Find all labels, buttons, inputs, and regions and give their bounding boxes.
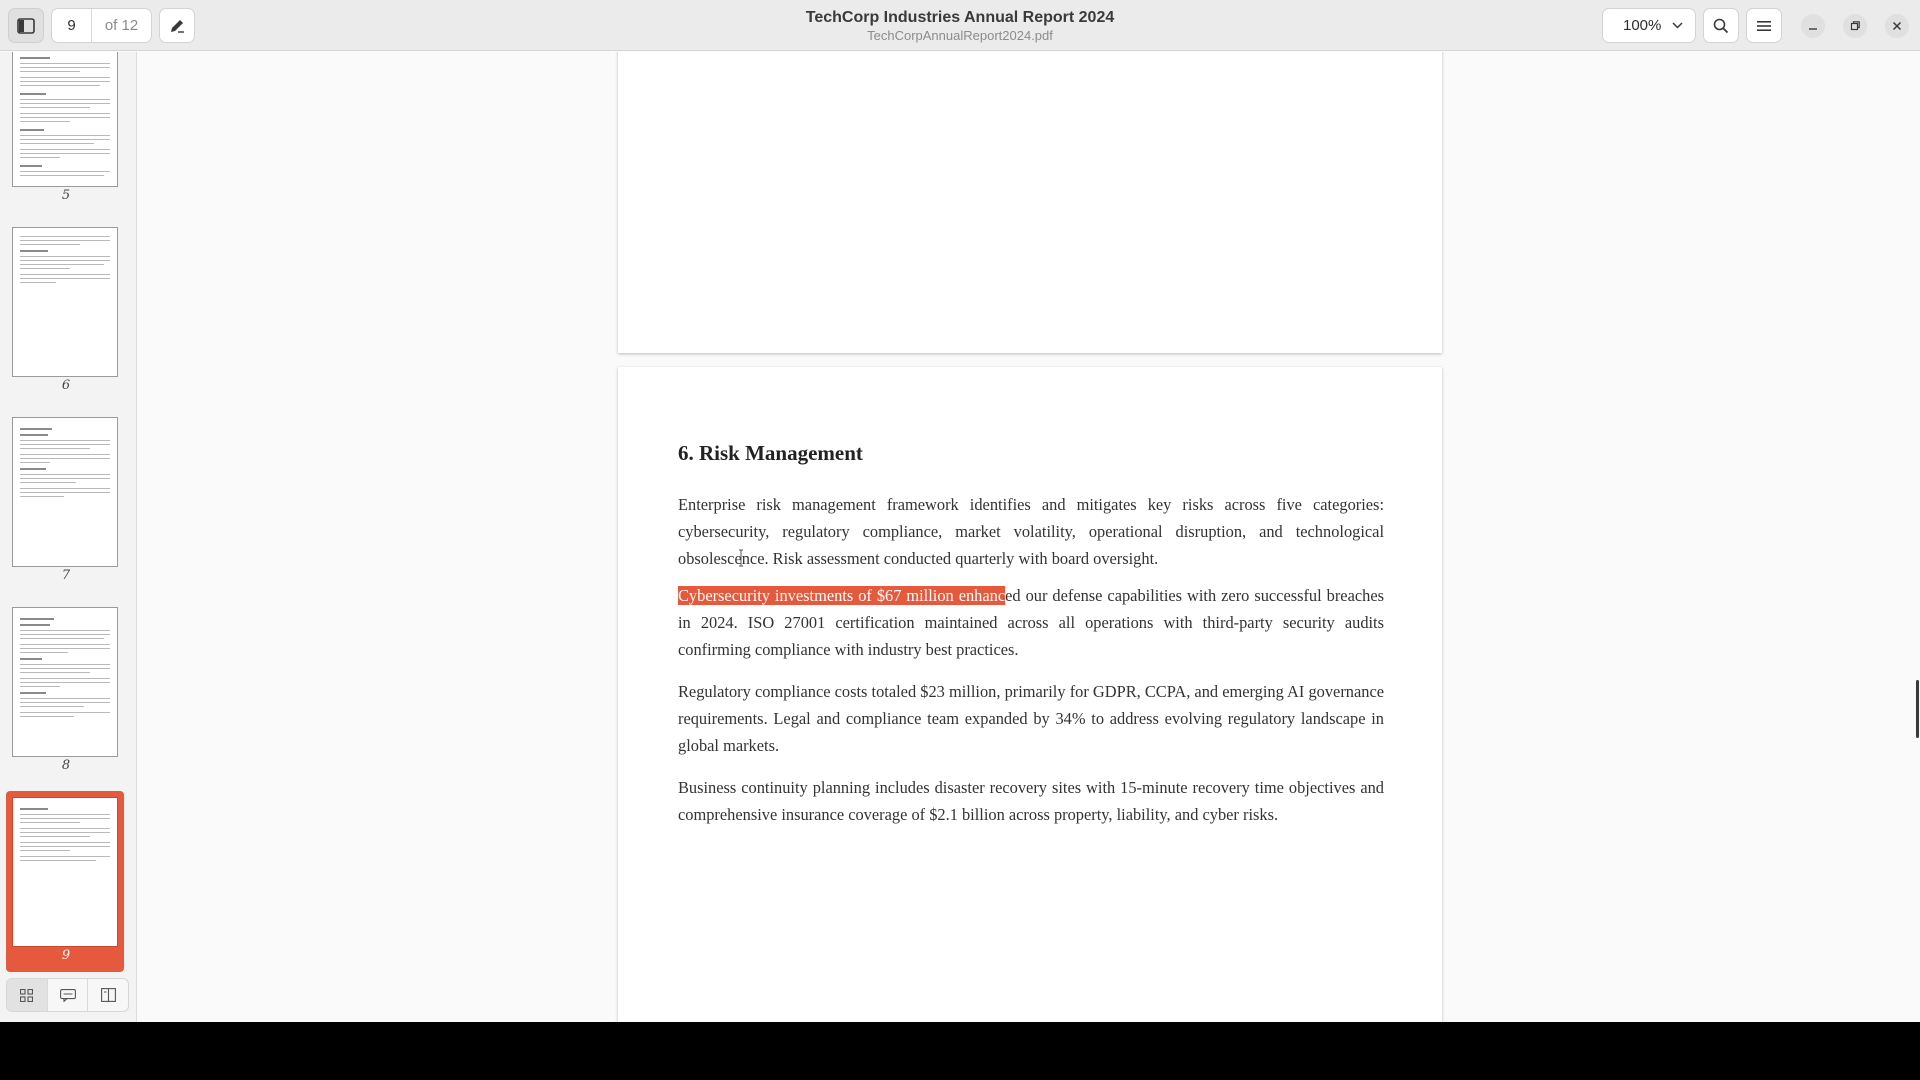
- header-bar: of 12 TechCorp Industries Annual Report …: [0, 0, 1920, 51]
- book-icon: [100, 988, 116, 1002]
- page-thumbnail-9[interactable]: [12, 797, 118, 947]
- pdf-page-8: [618, 52, 1442, 353]
- pencil-icon: [171, 19, 184, 33]
- zoom-value: 100%: [1623, 17, 1662, 34]
- zoom-dropdown[interactable]: 100%: [1602, 8, 1696, 43]
- thumbnail-label: 5: [61, 188, 71, 203]
- paragraph-cybersecurity: Cybersecurity investments of $67 million…: [678, 582, 1384, 663]
- restore-icon: [1850, 21, 1860, 31]
- page-thumbnail-7[interactable]: [12, 417, 118, 567]
- close-icon: [1892, 21, 1902, 31]
- main-menu-button[interactable]: [1746, 8, 1782, 43]
- page-count-label: of 12: [104, 17, 139, 34]
- comment-icon: [59, 988, 76, 1002]
- page-thumbnail-6[interactable]: [12, 227, 118, 377]
- grid-icon: [20, 988, 34, 1002]
- search-button[interactable]: [1703, 8, 1739, 43]
- annotations-tab[interactable]: [48, 979, 89, 1011]
- paragraph-business-continuity: Business continuity planning includes di…: [678, 778, 1384, 824]
- pdf-page-9: 6. Risk Management Enterprise risk manag…: [618, 367, 1442, 1022]
- maximize-button[interactable]: [1843, 14, 1867, 38]
- thumbnail-label: 6: [61, 378, 71, 393]
- window-title-block: TechCorp Industries Annual Report 2024 T…: [660, 8, 1260, 43]
- bookmarks-tab[interactable]: [88, 979, 128, 1011]
- page-thumbnail-5[interactable]: [12, 52, 118, 187]
- section-heading: 6. Risk Management: [678, 441, 863, 465]
- document-filename: TechCorpAnnualReport2024.pdf: [867, 28, 1053, 43]
- thumbnail-sidebar: 5 6 7 8 9: [0, 52, 137, 1022]
- search-icon: [1713, 18, 1729, 33]
- paragraph-risk-framework: Enterprise risk management framework ide…: [678, 495, 1384, 568]
- thumbnails-tab[interactable]: [7, 979, 48, 1011]
- page-thumbnail-8[interactable]: [12, 607, 118, 757]
- sidebar-view-switcher: [6, 978, 129, 1012]
- document-title: TechCorp Industries Annual Report 2024: [805, 9, 1115, 26]
- text-cursor-icon: [739, 549, 743, 567]
- page-navigator: of 12: [51, 8, 152, 43]
- hamburger-menu-icon: [1757, 20, 1771, 31]
- selected-text[interactable]: Cybersecurity investments of $67 million…: [678, 586, 1006, 605]
- minimize-icon: [1809, 28, 1817, 30]
- thumbnail-label: 7: [61, 568, 71, 583]
- document-view[interactable]: 6. Risk Management Enterprise risk manag…: [138, 52, 1920, 1022]
- annotate-button[interactable]: [159, 8, 195, 43]
- page-number-input[interactable]: [52, 9, 92, 42]
- thumbnail-label: 8: [61, 758, 71, 773]
- minimize-button[interactable]: [1801, 14, 1825, 38]
- document-viewer-window: of 12 TechCorp Industries Annual Report …: [0, 0, 1920, 1022]
- close-button[interactable]: [1885, 14, 1909, 38]
- chevron-down-icon: [1672, 22, 1683, 29]
- thumbnail-label: 9: [61, 948, 71, 963]
- screen-bottom-area: [0, 1022, 1920, 1080]
- paragraph-regulatory: Regulatory compliance costs totaled $23 …: [678, 682, 1384, 755]
- sidebar-toggle-button[interactable]: [8, 8, 44, 43]
- sidebar-icon: [17, 17, 35, 34]
- vertical-scrollbar-thumb[interactable]: [1916, 680, 1919, 738]
